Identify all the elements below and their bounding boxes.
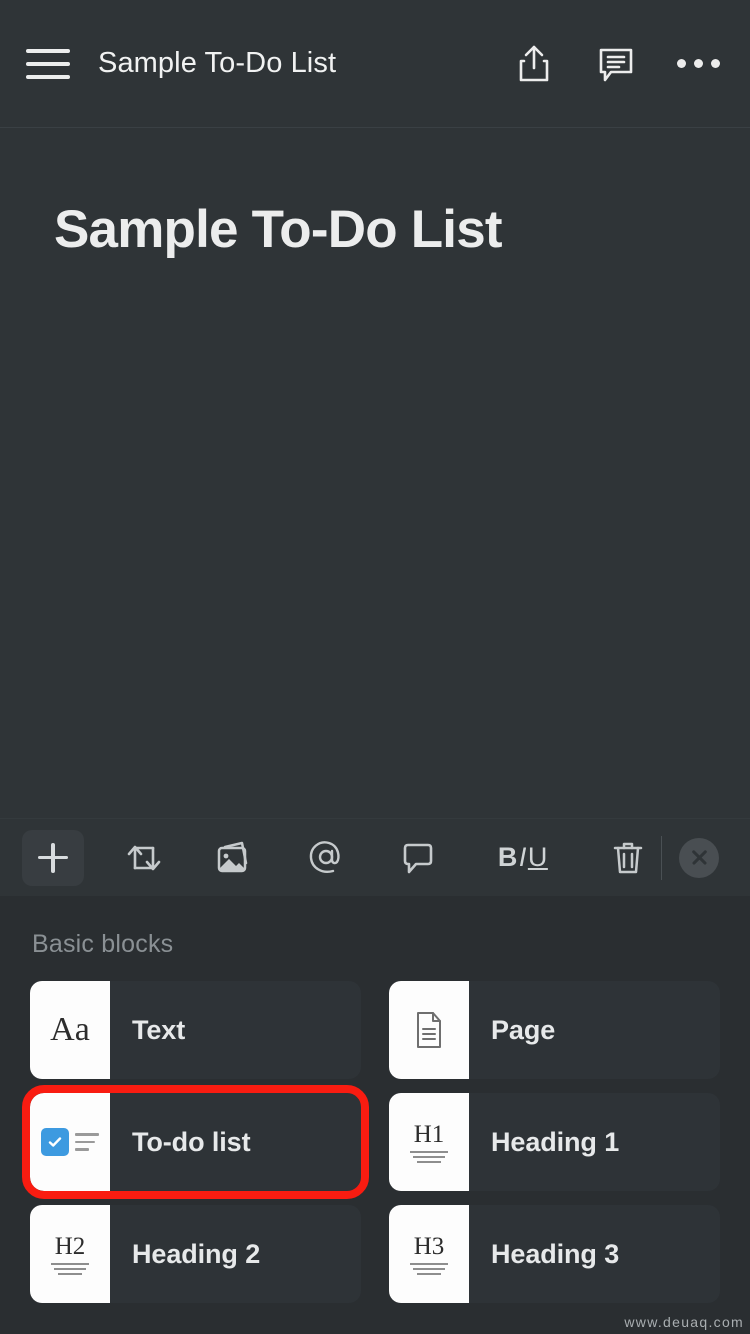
close-icon [679,837,720,878]
blocks-panel: Basic blocks Aa Text Page To-do list H1 … [0,896,750,1334]
todo-lines-icon [75,1133,99,1151]
block-label: Heading 1 [491,1126,620,1157]
dot [676,59,686,68]
heading-rule-lines [410,1150,448,1163]
delete-button[interactable] [597,830,659,886]
block-text[interactable]: Aa Text [30,981,361,1079]
block-heading-3[interactable]: H3 Heading 3 [389,1205,720,1303]
hamburger-line [26,48,70,53]
hamburger-menu-icon[interactable] [26,48,70,79]
hamburger-line [26,74,70,79]
plus-icon-vertical [51,842,55,873]
insert-image-button[interactable] [204,830,266,886]
document-area[interactable]: Sample To-Do List [0,128,750,818]
h1-glyph: H1 [413,1120,445,1148]
app-bar-title: Sample To-Do List [98,47,337,79]
bold-glyph: B [497,842,518,872]
document-page-icon [389,981,469,1079]
panel-section-label: Basic blocks [32,930,174,958]
block-action-toolbar: B I U [0,818,750,896]
h2-glyph-icon: H2 [30,1205,110,1303]
blocks-grid: Aa Text Page To-do list H1 Heading 1 H2 … [0,981,750,1303]
add-block-button[interactable] [22,829,84,886]
page-title[interactable]: Sample To-Do List [54,200,696,259]
block-todo-list[interactable]: To-do list [22,1085,369,1199]
app-bar-actions [510,40,722,88]
block-heading-2[interactable]: H2 Heading 2 [30,1205,361,1303]
hamburger-line [26,61,70,66]
checked-checkbox-icon [41,1128,69,1156]
aa-glyph: Aa [50,1011,90,1048]
turn-into-button[interactable] [113,830,175,886]
watermark: www.deuaq.com [624,1314,744,1330]
more-options-icon[interactable] [674,40,722,88]
block-page[interactable]: Page [389,981,720,1079]
h2-glyph: H2 [54,1232,86,1260]
h1-glyph-icon: H1 [389,1093,469,1191]
aa-serif-glyph-icon: Aa [30,981,110,1079]
toolbar-divider [661,835,663,880]
block-label: Page [491,1014,556,1045]
share-icon[interactable] [510,40,558,88]
block-label: Heading 3 [491,1238,620,1269]
checkbox-lines-icon [30,1093,110,1191]
block-label: Text [132,1014,186,1045]
block-label: To-do list [132,1126,251,1157]
biu-format-icon: B I U [498,842,548,873]
comment-icon[interactable] [592,40,640,88]
h3-glyph: H3 [413,1232,445,1260]
h3-glyph-icon: H3 [389,1205,469,1303]
block-label: Heading 2 [132,1238,261,1269]
close-toolbar-button[interactable] [668,830,730,886]
mention-button[interactable] [296,830,358,886]
more-dots [676,59,720,68]
text-format-button[interactable]: B I U [478,830,568,886]
app-bar: Sample To-Do List [0,0,750,128]
heading-rule-lines [51,1262,89,1275]
comment-button[interactable] [387,830,449,886]
dot [710,59,720,68]
block-heading-1[interactable]: H1 Heading 1 [389,1093,720,1191]
underline-glyph: U [527,842,548,872]
heading-rule-lines [410,1262,448,1275]
dot [693,59,703,68]
italic-glyph: I [518,842,527,872]
